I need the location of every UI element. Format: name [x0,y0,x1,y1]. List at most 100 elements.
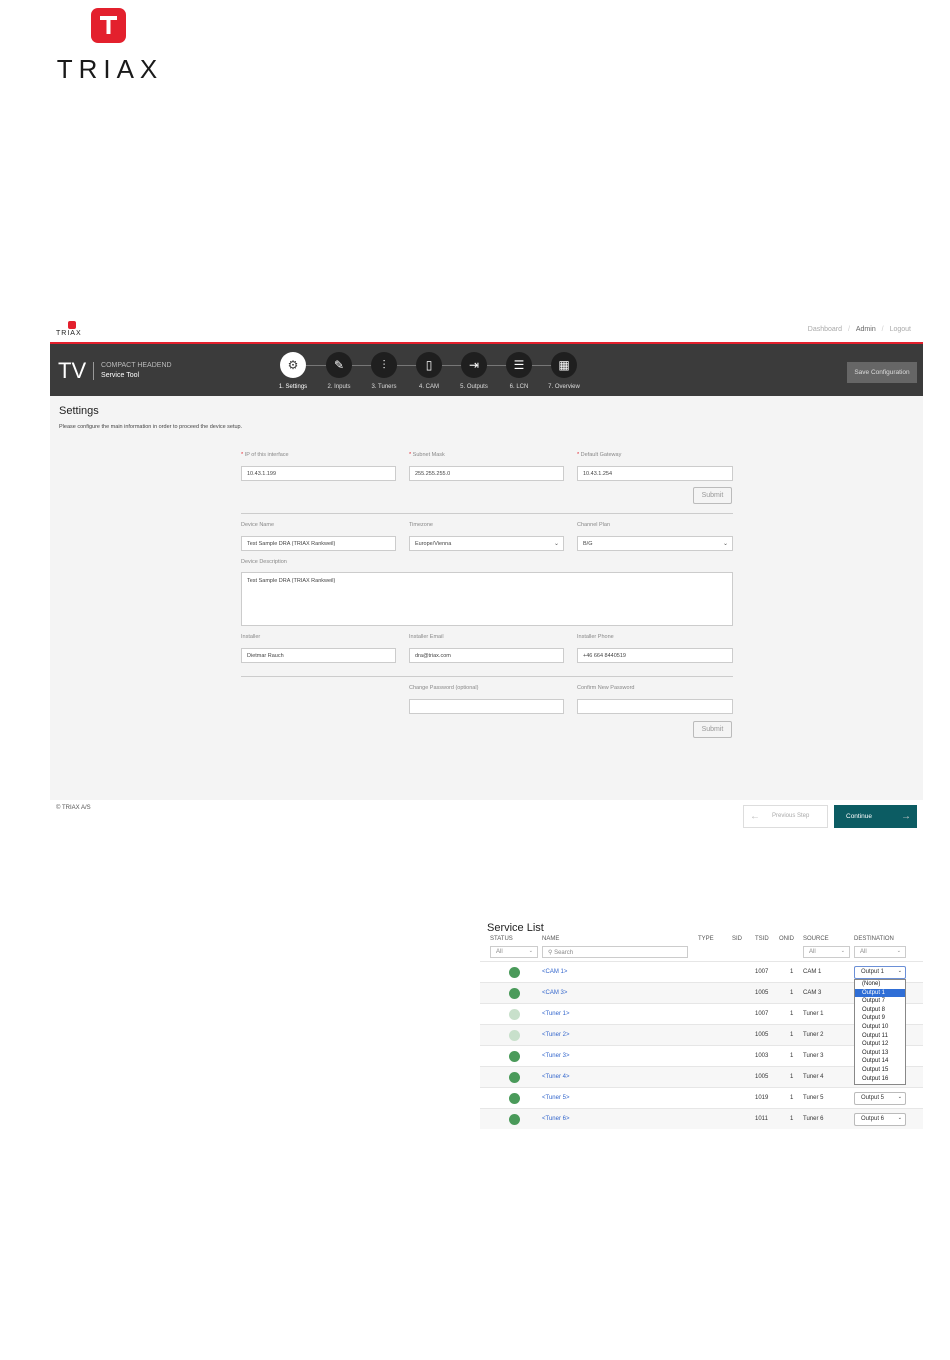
gateway-input[interactable]: 10.43.1.254 [577,466,733,481]
app-logo[interactable]: TRIAX [56,321,88,337]
link-dashboard[interactable]: Dashboard [808,326,842,333]
service-name[interactable]: <CAM 1> [542,969,567,975]
ip-label: * IP of this interface [241,452,289,458]
dropdown-option-selected[interactable]: Output 1 [855,988,905,998]
device-desc-textarea[interactable]: Test Sample DRA (TRIAX Rankweil) [241,572,733,626]
col-tsid[interactable]: TSID [755,936,769,942]
dropdown-option[interactable]: Output 9 [855,1014,905,1023]
col-onid[interactable]: ONID [779,936,794,942]
step-cam[interactable]: ▯ 4. CAM [409,352,449,390]
triax-wordmark: TRIAX [56,54,164,84]
service-name[interactable]: <Tuner 5> [542,1095,569,1101]
timezone-select[interactable]: Europe/Vienna ⌄ [409,536,564,551]
continue-label: Continue [846,813,873,820]
tsid: 1005 [755,1032,769,1038]
col-name[interactable]: NAME [542,936,559,942]
installer-email-label: Installer Email [409,634,444,640]
subnet-input[interactable]: 255.255.255.0 [409,466,564,481]
arrow-right-icon: → [901,811,911,822]
dropdown-option[interactable]: Output 7 [855,997,905,1006]
link-logout[interactable]: Logout [890,326,911,333]
onid: 1 [790,969,794,975]
tsid: 1005 [755,990,769,996]
installer-email-input[interactable]: dra@triax.com [409,648,564,663]
destination-select[interactable]: Output 6 ⌄ [854,1113,906,1126]
destination-select[interactable]: Output 5 ⌄ [854,1092,906,1105]
col-status[interactable]: STATUS [490,936,513,942]
change-password-input[interactable] [409,699,564,714]
dropdown-option[interactable]: Output 16 [855,1075,905,1084]
link-admin[interactable]: Admin [856,326,876,333]
installer-input[interactable]: Dietmar Rauch [241,648,396,663]
step-settings[interactable]: ⚙ 1. Settings [273,352,313,390]
source: Tuner 6 [803,1116,824,1122]
previous-step-button[interactable]: ← Previous Step [743,805,828,828]
status-filter[interactable]: All ⌄ [490,946,538,958]
tsid: 1003 [755,1053,769,1059]
destination-dropdown[interactable]: (None) Output 1 Output 7 Output 8 Output… [854,979,906,1085]
destination-filter-value: All [860,949,867,955]
tsid: 1007 [755,969,769,975]
subnet-label: * Subnet Mask [409,452,445,458]
destination-value: Output 5 [861,1095,885,1101]
col-source[interactable]: SOURCE [803,936,829,942]
confirm-password-input[interactable] [577,699,733,714]
channel-plan-select[interactable]: B/G ⌄ [577,536,733,551]
dropdown-option[interactable]: Output 15 [855,1066,905,1075]
app-topbar: TRIAX Dashboard / Admin / Logout [50,318,923,342]
gear-icon: ⚙ [280,352,306,378]
source-filter-value: All [809,949,816,955]
service-name[interactable]: <CAM 3> [542,990,567,996]
tsid: 1007 [755,1011,769,1017]
destination-select[interactable]: Output 1 ⌄ [854,966,906,979]
dropdown-option[interactable]: Output 10 [855,1023,905,1032]
gateway-label: * Default Gateway [577,452,622,458]
dropdown-option[interactable]: Output 8 [855,1006,905,1015]
status-dot [509,1093,520,1104]
source-filter[interactable]: All ⌄ [803,946,850,958]
destination-filter[interactable]: All ⌄ [854,946,906,958]
device-desc-label: Device Description [241,559,287,565]
dropdown-option[interactable]: Output 13 [855,1049,905,1058]
brand-divider [93,362,95,380]
step-tuners[interactable]: ⫶ 3. Tuners [364,352,404,390]
service-name[interactable]: <Tuner 4> [542,1074,569,1080]
col-sid[interactable]: SID [732,936,742,942]
dropdown-option[interactable]: (None) [855,980,905,989]
installer-phone-input[interactable]: +46 664 8440519 [577,648,733,663]
table-row[interactable]: <Tuner 6> 1011 1 Tuner 6 Output 6 ⌄ [480,1108,923,1129]
triax-t-icon [68,321,76,329]
ip-input[interactable]: 10.43.1.199 [241,466,396,481]
step-inputs[interactable]: ✎ 2. Inputs [319,352,359,390]
service-name[interactable]: <Tuner 2> [542,1032,569,1038]
step-label: 7. Overview [548,384,580,390]
device-name-input[interactable]: Test Sample DRA (TRIAX Rankweil) [241,536,396,551]
dropdown-option[interactable]: Output 12 [855,1040,905,1049]
dropdown-option[interactable]: Output 14 [855,1057,905,1066]
search-input[interactable]: ⚲ Search [542,946,688,958]
status-dot [509,967,520,978]
step-lcn[interactable]: ☰ 6. LCN [499,352,539,390]
divider [241,513,733,514]
status-dot [509,1072,520,1083]
channel-plan-value: B/G [583,541,593,547]
service-name[interactable]: <Tuner 1> [542,1011,569,1017]
save-configuration-button[interactable]: Save Configuration [847,362,917,383]
chevron-down-icon: ⌄ [840,948,845,954]
submit-password-button[interactable]: Submit [693,721,732,738]
service-name[interactable]: <Tuner 3> [542,1053,569,1059]
col-type[interactable]: TYPE [698,936,714,942]
brand-line2: Service Tool [101,372,140,379]
confirm-password-label: Confirm New Password [577,685,635,691]
continue-button[interactable]: Continue → [834,805,917,828]
step-outputs[interactable]: ⇥ 5. Outputs [454,352,494,390]
chevron-down-icon: ⌄ [896,948,901,954]
col-destination[interactable]: DESTINATION [854,936,894,942]
submit-network-button[interactable]: Submit [693,487,732,504]
service-name[interactable]: <Tuner 6> [542,1116,569,1122]
dropdown-option[interactable]: Output 11 [855,1032,905,1041]
step-overview[interactable]: ▦ 7. Overview [544,352,584,390]
divider [241,676,733,677]
feather-icon: ✎ [326,352,352,378]
table-row[interactable]: <Tuner 5> 1019 1 Tuner 5 Output 5 ⌄ [480,1087,923,1108]
